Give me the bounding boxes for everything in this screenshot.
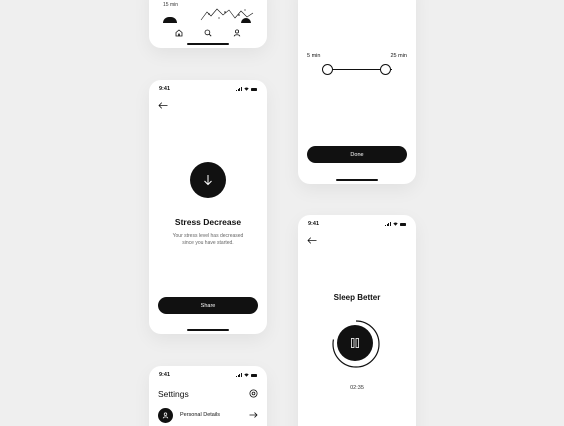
session-duration: 15 min xyxy=(163,2,179,8)
tab-bar xyxy=(149,28,267,37)
slider-min-handle[interactable] xyxy=(322,64,333,75)
wifi-icon xyxy=(393,222,398,226)
stress-result-screen: 9:41 Stress Decrease Your stress level h… xyxy=(149,80,267,334)
slider-max-handle[interactable] xyxy=(380,64,391,75)
gear-icon[interactable] xyxy=(249,389,258,398)
duration-picker-screen: 5 min 25 min Done xyxy=(298,0,416,184)
battery-icon xyxy=(251,87,257,91)
arrow-right-icon xyxy=(249,412,258,418)
timer-dial[interactable] xyxy=(331,319,381,369)
back-arrow-icon[interactable] xyxy=(158,102,168,109)
tab-profile[interactable] xyxy=(232,28,241,37)
wifi-icon xyxy=(244,87,249,91)
home-indicator xyxy=(187,329,229,331)
slider-labels: 5 min 25 min xyxy=(307,53,407,59)
status-time: 9:41 xyxy=(159,86,171,92)
back-arrow-icon[interactable] xyxy=(307,237,317,244)
arrow-down-icon xyxy=(204,175,212,186)
done-button[interactable]: Done xyxy=(307,146,407,163)
illustration-shape xyxy=(163,17,177,23)
share-button[interactable]: Share xyxy=(158,297,258,314)
status-bar: 9:41 xyxy=(159,370,257,380)
user-icon-badge xyxy=(158,407,173,423)
signal-icon xyxy=(236,87,242,91)
signal-icon xyxy=(385,222,391,226)
sleep-timer-screen: 9:41 Sleep Better 02:35 xyxy=(298,215,416,426)
status-time: 9:41 xyxy=(159,372,171,378)
sleep-title: Sleep Better xyxy=(333,293,381,302)
result-description: Your stress level has decreased since yo… xyxy=(172,233,244,246)
battery-icon xyxy=(400,222,406,226)
settings-item-personal-details[interactable]: Personal Details xyxy=(158,407,258,423)
settings-item-label: Personal Details xyxy=(180,412,221,418)
slider-min-label: 5 min xyxy=(307,53,321,59)
wifi-icon xyxy=(244,373,249,377)
user-icon xyxy=(162,412,169,418)
settings-screen: 9:41 Settings Personal Details xyxy=(149,366,267,426)
meditation-card-screen: 15 min xyxy=(149,0,267,48)
result-title: Stress Decrease xyxy=(174,217,242,227)
status-bar: 9:41 xyxy=(308,219,406,229)
status-time: 9:41 xyxy=(308,221,320,227)
page-title: Settings xyxy=(158,389,189,399)
slider-max-label: 25 min xyxy=(390,53,407,59)
status-bar: 9:41 xyxy=(159,84,257,94)
pause-icon xyxy=(351,338,359,348)
tab-home[interactable] xyxy=(175,28,184,37)
home-indicator xyxy=(336,179,378,181)
signal-icon xyxy=(236,373,242,377)
tab-search[interactable] xyxy=(203,28,212,37)
home-indicator xyxy=(187,43,229,45)
illustration-shape-2 xyxy=(241,18,251,23)
pause-button[interactable] xyxy=(337,325,373,361)
result-badge xyxy=(190,162,226,198)
profile-icon xyxy=(233,28,240,37)
battery-icon xyxy=(251,373,257,377)
home-icon xyxy=(175,28,183,36)
search-icon xyxy=(204,29,212,37)
timer-readout: 02:35 xyxy=(350,385,364,391)
